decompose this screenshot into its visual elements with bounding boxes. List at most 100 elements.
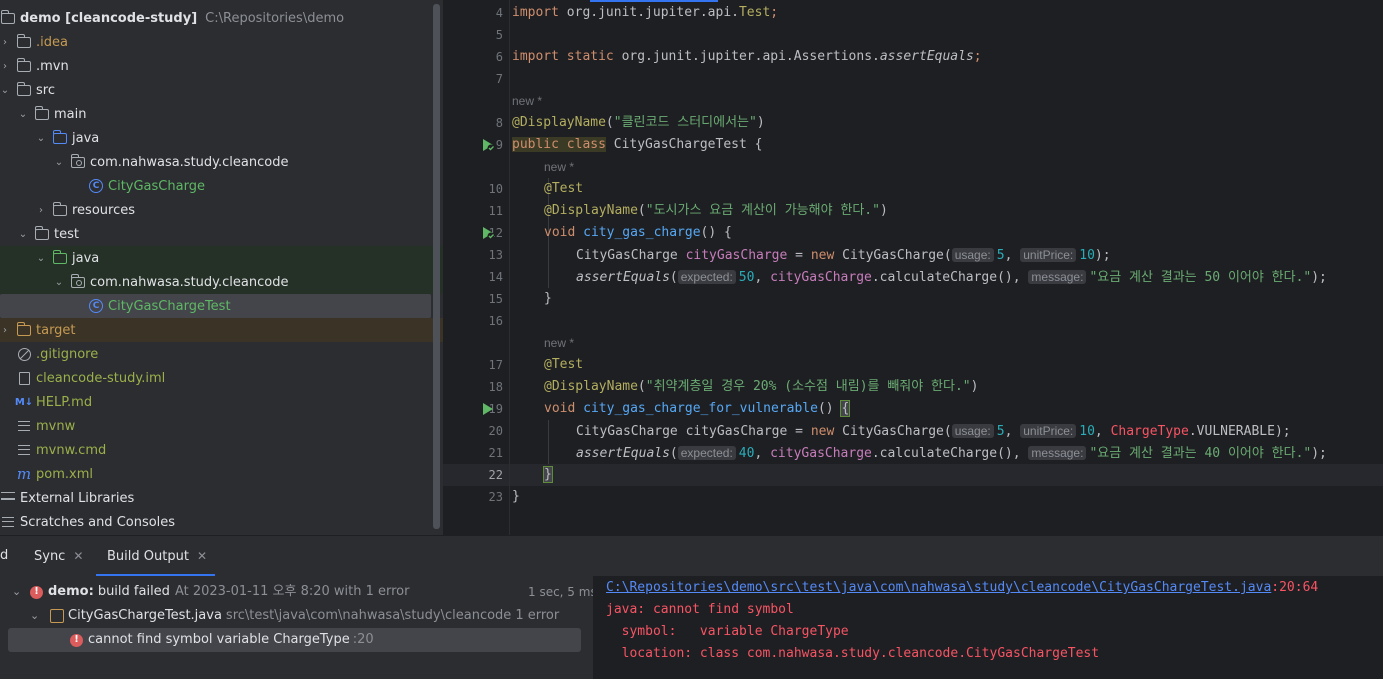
ignore-file-icon bbox=[16, 347, 32, 361]
tree-item-citygascharge[interactable]: C CityGasCharge bbox=[0, 174, 433, 198]
code-token: 50 bbox=[738, 270, 755, 285]
tree-item-main-package[interactable]: ⌄ com.nahwasa.study.cleancode bbox=[0, 150, 433, 174]
chevron-down-icon[interactable]: ⌄ bbox=[54, 277, 64, 288]
code-token: CityGasChargeTest bbox=[605, 137, 755, 152]
unresolved-symbol[interactable]: ChargeType bbox=[1111, 424, 1189, 439]
chevron-right-icon[interactable]: › bbox=[0, 61, 10, 72]
code-line-14: assertEquals(expected: 50, cityGasCharge.… bbox=[576, 266, 1327, 288]
vcs-hint[interactable]: new * bbox=[544, 332, 574, 354]
tree-item-label: com.nahwasa.study.cleancode bbox=[90, 274, 289, 290]
tree-item-mvn[interactable]: › .mvn bbox=[0, 54, 433, 78]
tree-item-main[interactable]: ⌄ main bbox=[0, 102, 433, 126]
code-editor[interactable]: 4 5 6 7 8 9 10 11 12 13 14 15 16 17 18 1… bbox=[443, 0, 1383, 535]
line-number: 4 bbox=[495, 6, 503, 20]
tree-item-help-md[interactable]: M↓ HELP.md bbox=[0, 390, 433, 414]
tree-item-target[interactable]: › target bbox=[0, 318, 443, 342]
build-error-row[interactable]: ! cannot find symbol variable ChargeType… bbox=[70, 628, 374, 652]
tree-item-label: mvnw.cmd bbox=[36, 442, 107, 458]
code-token: import static bbox=[512, 49, 614, 64]
tab-build-output[interactable]: Build Output ✕ bbox=[96, 536, 215, 576]
code-token: assertEquals bbox=[576, 446, 670, 461]
run-test-icon[interactable] bbox=[481, 402, 495, 416]
line-number: 11 bbox=[488, 204, 503, 218]
code-token: ); bbox=[1311, 446, 1327, 461]
vcs-hint[interactable]: new * bbox=[512, 90, 542, 112]
chevron-down-icon[interactable]: ⌄ bbox=[30, 604, 50, 628]
code-token: city_gas_charge bbox=[575, 225, 701, 240]
tree-item-gitignore[interactable]: .gitignore bbox=[0, 342, 433, 366]
chevron-right-icon[interactable]: › bbox=[0, 325, 10, 336]
code-token: , bbox=[1094, 424, 1111, 439]
close-icon[interactable]: ✕ bbox=[197, 549, 207, 563]
line-number: 8 bbox=[495, 116, 503, 130]
tree-item-scratches[interactable]: Scratches and Consoles bbox=[0, 510, 433, 534]
tree-scrollbar[interactable] bbox=[433, 4, 440, 529]
tree-item-mvnw[interactable]: mvnw bbox=[0, 414, 433, 438]
chevron-right-icon[interactable]: › bbox=[0, 37, 10, 48]
code-token: 10 bbox=[1079, 424, 1095, 439]
scratches-icon bbox=[0, 515, 16, 529]
text-file-icon bbox=[16, 443, 32, 457]
tree-item-external-libraries[interactable]: External Libraries bbox=[0, 486, 433, 510]
code-token: , bbox=[1004, 424, 1021, 439]
folder-icon bbox=[16, 81, 32, 97]
chevron-down-icon[interactable]: ⌄ bbox=[18, 229, 28, 240]
tree-item-resources[interactable]: › resources bbox=[0, 198, 433, 222]
tree-item-test[interactable]: ⌄ test bbox=[0, 222, 433, 246]
build-file-row[interactable]: ⌄ CityGasChargeTest.java src\test\java\c… bbox=[30, 604, 559, 628]
parameter-hint: message: bbox=[1028, 446, 1087, 460]
tree-item-test-package[interactable]: ⌄ com.nahwasa.study.cleancode bbox=[0, 270, 443, 294]
code-token: CityGasCharge cityGasCharge = bbox=[576, 424, 811, 439]
code-token: , bbox=[754, 446, 771, 461]
code-token: org.junit.jupiter.api.Assertions. bbox=[613, 49, 880, 64]
chevron-down-icon[interactable]: ⌄ bbox=[12, 580, 30, 604]
tree-item-test-java[interactable]: ⌄ java bbox=[0, 246, 443, 270]
tree-item-citygaschargetest[interactable]: C CityGasChargeTest bbox=[0, 294, 431, 318]
code-token: cityGasCharge bbox=[770, 446, 872, 461]
code-token: @DisplayName bbox=[544, 203, 638, 218]
code-token: new bbox=[810, 248, 835, 263]
code-token: 5 bbox=[996, 248, 1005, 263]
tool-window-tabs: d Sync ✕ Build Output ✕ bbox=[0, 536, 1383, 576]
close-icon[interactable]: ✕ bbox=[73, 549, 83, 563]
tree-item-src[interactable]: ⌄ src bbox=[0, 78, 433, 102]
chevron-right-icon[interactable]: › bbox=[36, 205, 46, 216]
chevron-down-icon[interactable]: ⌄ bbox=[0, 85, 10, 96]
package-icon bbox=[70, 153, 86, 169]
tree-item-mvnw-cmd[interactable]: mvnw.cmd bbox=[0, 438, 433, 462]
source-file-link[interactable]: C:\Repositories\demo\src\test\java\com\n… bbox=[606, 580, 1271, 595]
build-console[interactable]: C:\Repositories\demo\src\test\java\com\n… bbox=[593, 576, 1383, 679]
vcs-hint[interactable]: new * bbox=[544, 156, 574, 178]
tab-sync[interactable]: Sync ✕ bbox=[34, 536, 83, 576]
tab-build[interactable]: d bbox=[0, 536, 8, 576]
code-token: ) bbox=[970, 379, 979, 394]
tree-item-iml[interactable]: cleancode-study.iml bbox=[0, 366, 433, 390]
code-line-19: void city_gas_charge_for_vulnerable() { bbox=[544, 398, 851, 420]
code-token: @Test bbox=[544, 357, 584, 372]
line-number: 23 bbox=[488, 490, 503, 504]
run-test-passed-icon[interactable] bbox=[481, 138, 495, 152]
code-token: Test bbox=[738, 5, 771, 20]
code-token: city_gas_charge_for_vulnerable bbox=[575, 401, 818, 416]
chevron-down-icon[interactable]: ⌄ bbox=[36, 133, 46, 144]
chevron-down-icon[interactable]: ⌄ bbox=[54, 157, 64, 168]
tree-item-main-java[interactable]: ⌄ java bbox=[0, 126, 433, 150]
code-line-22: } bbox=[543, 464, 553, 486]
tree-item-idea[interactable]: › .idea bbox=[0, 30, 433, 54]
code-token: CityGasCharge bbox=[576, 248, 686, 263]
tree-item-label: test bbox=[54, 226, 79, 242]
source-folder-icon bbox=[52, 129, 68, 145]
tree-item-pom[interactable]: m pom.xml bbox=[0, 462, 433, 486]
code-token: assertEquals bbox=[576, 270, 670, 285]
project-tree-panel: demo [cleancode-study] C:\Repositories\d… bbox=[0, 0, 443, 535]
code-token: org.junit.jupiter.api. bbox=[558, 5, 739, 20]
code-token: import bbox=[512, 5, 559, 20]
run-test-passed-icon[interactable] bbox=[481, 226, 495, 240]
build-root-row[interactable]: ⌄ ! demo: build failed At 2023-01-11 오후 … bbox=[12, 580, 409, 604]
code-token: public class bbox=[512, 137, 606, 152]
class-icon: C bbox=[88, 299, 104, 313]
chevron-down-icon[interactable]: ⌄ bbox=[36, 253, 46, 264]
tree-root-demo[interactable]: demo [cleancode-study] C:\Repositories\d… bbox=[0, 6, 433, 30]
code-token: @Test bbox=[544, 181, 584, 196]
chevron-down-icon[interactable]: ⌄ bbox=[18, 109, 28, 120]
